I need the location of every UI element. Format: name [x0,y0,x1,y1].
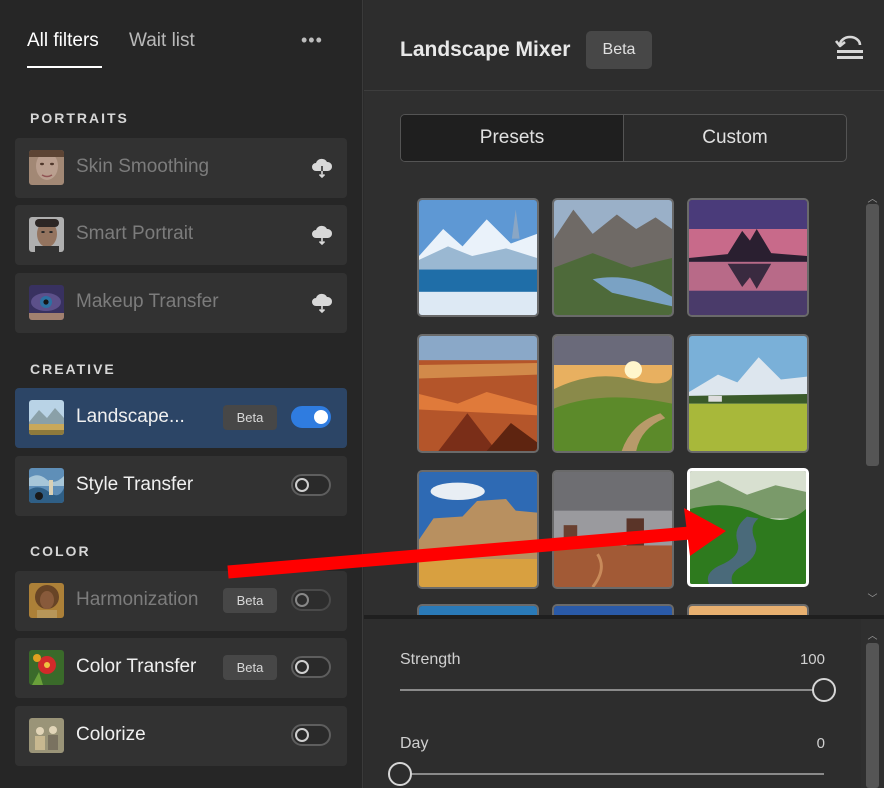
scroll-up-chevron-icon[interactable]: ︿ [866,190,879,205]
beta-badge: Beta [223,655,277,680]
vintage-photo-thumbnail-icon [29,718,64,753]
preset-desert-rocks[interactable] [417,470,539,589]
cloud-download-icon[interactable] [311,225,333,245]
scrollbar-thumb[interactable] [866,643,879,788]
face-thumbnail-icon [29,150,64,185]
scroll-up-chevron-icon[interactable]: ︿ [866,627,879,642]
preset-monument-valley[interactable] [552,470,674,589]
landscape-mixer-panel: Landscape Mixer Beta Presets Custom ︿ ﹀ … [364,0,884,788]
section-title-portraits: PORTRAITS [30,110,129,126]
filter-label: Smart Portrait [76,223,194,244]
presets-grid [364,186,861,616]
scrollbar-thumb[interactable] [866,204,879,466]
filter-label: Makeup Transfer [76,291,219,312]
eye-thumbnail-icon [29,285,64,320]
presets-scrollbar[interactable]: ︿ ﹀ [861,186,884,614]
tab-custom[interactable]: Custom [624,115,846,161]
filter-color-transfer[interactable]: Color Transfer Beta [15,638,347,698]
day-slider-track[interactable] [400,773,824,775]
preset-sunrise-hills[interactable] [552,334,674,453]
scroll-down-chevron-icon[interactable]: ﹀ [866,590,879,605]
preset-mountain-valley-lake[interactable] [552,198,674,317]
filter-style-transfer[interactable]: Style Transfer [15,456,347,516]
strength-label: Strength [400,651,461,668]
tab-wait-list[interactable]: Wait list [129,30,195,52]
beta-badge: Beta [223,405,277,430]
filter-makeup-transfer[interactable]: Makeup Transfer [15,273,347,333]
filter-label: Colorize [76,724,146,745]
strength-slider-handle[interactable] [812,678,836,702]
filter-toggle[interactable] [291,656,331,678]
day-value: 0 [816,735,825,752]
beta-badge: Beta [586,31,652,69]
toggle-knob [295,660,309,674]
filter-toggle[interactable] [291,406,331,428]
toggle-knob [295,593,309,607]
reset-icon[interactable] [834,34,866,62]
toggle-knob [314,410,328,424]
toggle-knob [295,478,309,492]
more-horizontal-icon[interactable]: ••• [301,30,323,51]
panel-title: Landscape Mixer [400,38,571,61]
toggle-knob [295,728,309,742]
filter-toggle[interactable] [291,724,331,746]
beta-badge: Beta [223,588,277,613]
filter-toggle[interactable] [291,589,331,611]
filter-smart-portrait[interactable]: Smart Portrait [15,205,347,265]
strength-value: 100 [799,651,825,668]
filters-sidebar: All filters Wait list ••• PORTRAITS Skin… [0,0,363,788]
day-slider-handle[interactable] [388,762,412,786]
filter-colorize[interactable]: Colorize [15,706,347,766]
section-title-color: COLOR [30,543,91,559]
sliders-section: Strength 100 Day 0 [364,619,861,788]
filter-toggle[interactable] [291,474,331,496]
filter-label: Skin Smoothing [76,156,210,177]
filter-skin-smoothing[interactable]: Skin Smoothing [15,138,347,198]
active-tab-underline [27,66,102,68]
preset-canyon[interactable] [417,334,539,453]
tab-all-filters[interactable]: All filters [27,30,99,52]
painting-thumbnail-icon [29,468,64,503]
filter-harmonization[interactable]: Harmonization Beta [15,571,347,631]
filter-landscape-mixer[interactable]: Landscape... Beta [15,388,347,448]
preset-green-river-valley[interactable] [687,468,809,587]
day-label: Day [400,735,429,752]
filter-label: Landscape... [76,406,185,427]
face-thumbnail-icon [29,217,64,252]
cloud-download-icon[interactable] [311,293,333,313]
filter-label: Color Transfer [76,656,197,677]
presets-custom-switch: Presets Custom [400,114,847,162]
flower-thumbnail-icon [29,650,64,685]
filter-label: Style Transfer [76,474,194,495]
landscape-thumbnail-icon [29,400,64,435]
portrait-thumbnail-icon [29,583,64,618]
preset-sunset-mountain-reflection[interactable] [687,198,809,317]
strength-slider-track[interactable] [400,689,824,691]
tab-presets[interactable]: Presets [401,115,624,161]
filter-label: Harmonization [76,589,199,610]
preset-green-meadow-mountains[interactable] [687,334,809,453]
preset-winter-lake[interactable] [417,198,539,317]
settings-scrollbar[interactable]: ︿ [861,619,884,788]
section-title-creative: CREATIVE [30,361,116,377]
panel-header: Landscape Mixer Beta [364,0,884,91]
cloud-download-icon[interactable] [311,158,333,178]
